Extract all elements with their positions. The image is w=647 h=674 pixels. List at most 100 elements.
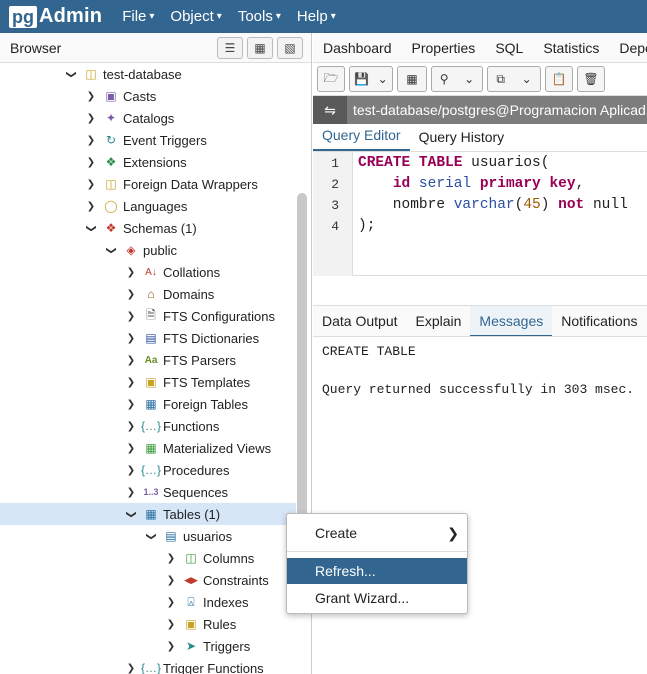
view-data-button[interactable]: ▦: [247, 36, 273, 59]
tab-dependencies[interactable]: Depe: [609, 40, 647, 56]
tree-item-event-triggers[interactable]: ❯ ↻ Event Triggers: [0, 129, 296, 151]
chevron-right-icon[interactable]: ❯: [125, 267, 137, 278]
chevron-right-icon[interactable]: ❯: [85, 157, 97, 168]
tree-scrollbar[interactable]: [297, 193, 307, 553]
tree-item-schemas[interactable]: ❯ ❖ Schemas (1): [0, 217, 296, 239]
save-button[interactable]: 💾 ⌄: [349, 66, 393, 92]
copy-button[interactable]: ⧉ ⌄: [487, 66, 541, 92]
tree-item-fts-parsers[interactable]: ❯ Aa FTS Parsers: [0, 349, 296, 371]
tree-item-materialized-views[interactable]: ❯ ▦ Materialized Views: [0, 437, 296, 459]
paste-button[interactable]: 📋: [545, 66, 573, 92]
tree-item-fts-dictionaries[interactable]: ❯ ▤ FTS Dictionaries: [0, 327, 296, 349]
connection-label: test-database/postgres@Programacion Apli…: [353, 102, 646, 118]
tab-query-editor[interactable]: Query Editor: [313, 127, 410, 151]
tree-item-sequences[interactable]: ❯ 1..3 Sequences: [0, 481, 296, 503]
chevron-right-icon[interactable]: ❯: [125, 333, 137, 344]
code-line: nombre varchar(45) not null: [358, 197, 628, 213]
context-item-refresh[interactable]: Refresh...: [287, 558, 467, 584]
tree-item-trigger-functions[interactable]: ❯ {…} Trigger Functions: [0, 657, 296, 674]
tab-properties[interactable]: Properties: [402, 40, 486, 56]
chevron-right-icon[interactable]: ❯: [165, 641, 177, 652]
tree-item-constraints[interactable]: ❯ ◀▶ Constraints: [0, 569, 296, 591]
tree-item-fts-templates[interactable]: ❯ ▣ FTS Templates: [0, 371, 296, 393]
indexes-icon: ⍓: [187, 594, 195, 609]
pgadmin-logo: pg Admin: [9, 5, 102, 28]
tree-item-collations[interactable]: ❯ A↓ Collations: [0, 261, 296, 283]
tree-item-functions[interactable]: ❯ {…} Functions: [0, 415, 296, 437]
tree-item-columns[interactable]: ❯ ◫ Columns: [0, 547, 296, 569]
find-button[interactable]: ⚲ ⌄: [431, 66, 483, 92]
menu-help[interactable]: Help ▾: [297, 8, 336, 25]
tree-item-extensions[interactable]: ❯ ❖ Extensions: [0, 151, 296, 173]
menu-object[interactable]: Object ▾: [170, 8, 221, 25]
menu-file[interactable]: File ▾: [122, 8, 154, 25]
chevron-down-icon[interactable]: ❯: [106, 244, 117, 256]
chevron-down-icon[interactable]: ❯: [146, 530, 157, 542]
tree-item-triggers[interactable]: ❯ ➤ Triggers: [0, 635, 296, 657]
chevron-right-icon[interactable]: ❯: [125, 443, 137, 454]
context-item-create[interactable]: Create ❯: [287, 520, 467, 546]
chevron-right-icon[interactable]: ❯: [125, 663, 137, 674]
chevron-right-icon[interactable]: ❯: [125, 487, 137, 498]
tree-item-catalogs[interactable]: ❯ ✦ Catalogs: [0, 107, 296, 129]
delete-button[interactable]: 🗑: [577, 66, 605, 92]
chevron-right-icon[interactable]: ❯: [125, 421, 137, 432]
context-item-grant-wizard[interactable]: Grant Wizard...: [287, 585, 467, 611]
tab-messages[interactable]: Messages: [470, 306, 553, 336]
chevron-right-icon[interactable]: ❯: [165, 597, 177, 608]
tree-item-tables[interactable]: ❯ ▦ Tables (1): [0, 503, 296, 525]
query-tool-button[interactable]: ☰: [217, 36, 243, 59]
database-icon: ◫: [85, 67, 97, 81]
tree-item-label: Triggers: [203, 638, 251, 654]
connection-bar[interactable]: ⇋ test-database/postgres@Programacion Ap…: [313, 96, 647, 124]
chevron-right-icon[interactable]: ❯: [165, 575, 177, 586]
tree-item-domains[interactable]: ❯ ⌂ Domains: [0, 283, 296, 305]
chevron-right-icon[interactable]: ❯: [125, 465, 137, 476]
languages-icon: ◯: [104, 199, 118, 213]
chevron-right-icon[interactable]: ❯: [85, 201, 97, 212]
paste-icon: 📋: [551, 72, 567, 86]
chevron-right-icon[interactable]: ❯: [125, 289, 137, 300]
tree-item-test-database[interactable]: ❯ ◫ test-database: [0, 63, 296, 85]
chevron-right-icon[interactable]: ❯: [165, 619, 177, 630]
chevron-down-icon[interactable]: ❯: [66, 68, 77, 80]
chevron-right-icon[interactable]: ❯: [85, 135, 97, 146]
filter-rows-button[interactable]: ▧: [277, 36, 303, 59]
chevron-right-icon[interactable]: ❯: [125, 311, 137, 322]
tree-item-usuarios[interactable]: ❯ ▤ usuarios: [0, 525, 296, 547]
extensions-icon: ❖: [105, 155, 117, 169]
chevron-down-icon[interactable]: ❯: [126, 508, 137, 520]
tree-item-rules[interactable]: ❯ ▣ Rules: [0, 613, 296, 635]
chevron-right-icon[interactable]: ❯: [125, 377, 137, 388]
chevron-down-icon: ⌄: [464, 72, 475, 86]
chevron-right-icon[interactable]: ❯: [85, 113, 97, 124]
tab-sql[interactable]: SQL: [485, 40, 533, 56]
tab-notifications[interactable]: Notifications: [552, 306, 646, 336]
tree-item-indexes[interactable]: ❯ ⍓ Indexes: [0, 591, 296, 613]
open-file-button[interactable]: 🗁: [317, 66, 345, 92]
chevron-right-icon[interactable]: ❯: [85, 179, 97, 190]
tab-statistics[interactable]: Statistics: [533, 40, 609, 56]
query-toolbar: 🗁 💾 ⌄ ▦ ⚲ ⌄ ⧉ ⌄ 📋 🗑: [313, 63, 647, 96]
tab-data-output[interactable]: Data Output: [313, 306, 407, 336]
chevron-down-icon[interactable]: ❯: [86, 222, 97, 234]
tab-dashboard[interactable]: Dashboard: [313, 40, 402, 56]
grid-button[interactable]: ▦: [397, 66, 427, 92]
chevron-right-icon[interactable]: ❯: [165, 553, 177, 564]
tree-item-public[interactable]: ❯ ◈ public: [0, 239, 296, 261]
tree-item-foreign-tables[interactable]: ❯ ▦ Foreign Tables: [0, 393, 296, 415]
tab-query-history[interactable]: Query History: [410, 129, 514, 151]
chevron-right-icon[interactable]: ❯: [125, 355, 137, 366]
menu-tools[interactable]: Tools ▾: [238, 8, 281, 25]
chevron-right-icon[interactable]: ❯: [85, 91, 97, 102]
tree-item-fts-configurations[interactable]: ❯ 🗎 FTS Configurations: [0, 305, 296, 327]
casts-icon: ▣: [105, 89, 117, 103]
tree-item-fdw[interactable]: ❯ ◫ Foreign Data Wrappers: [0, 173, 296, 195]
tree-item-languages[interactable]: ❯ ◯ Languages: [0, 195, 296, 217]
chevron-right-icon[interactable]: ❯: [125, 399, 137, 410]
tab-explain[interactable]: Explain: [407, 306, 471, 336]
tree-item-procedures[interactable]: ❯ {…} Procedures: [0, 459, 296, 481]
chevron-down-icon: ▾: [149, 11, 155, 22]
sql-editor[interactable]: 1 2 3 4 CREATE TABLE usuarios( id serial…: [313, 152, 647, 276]
tree-item-casts[interactable]: ❯ ▣ Casts: [0, 85, 296, 107]
